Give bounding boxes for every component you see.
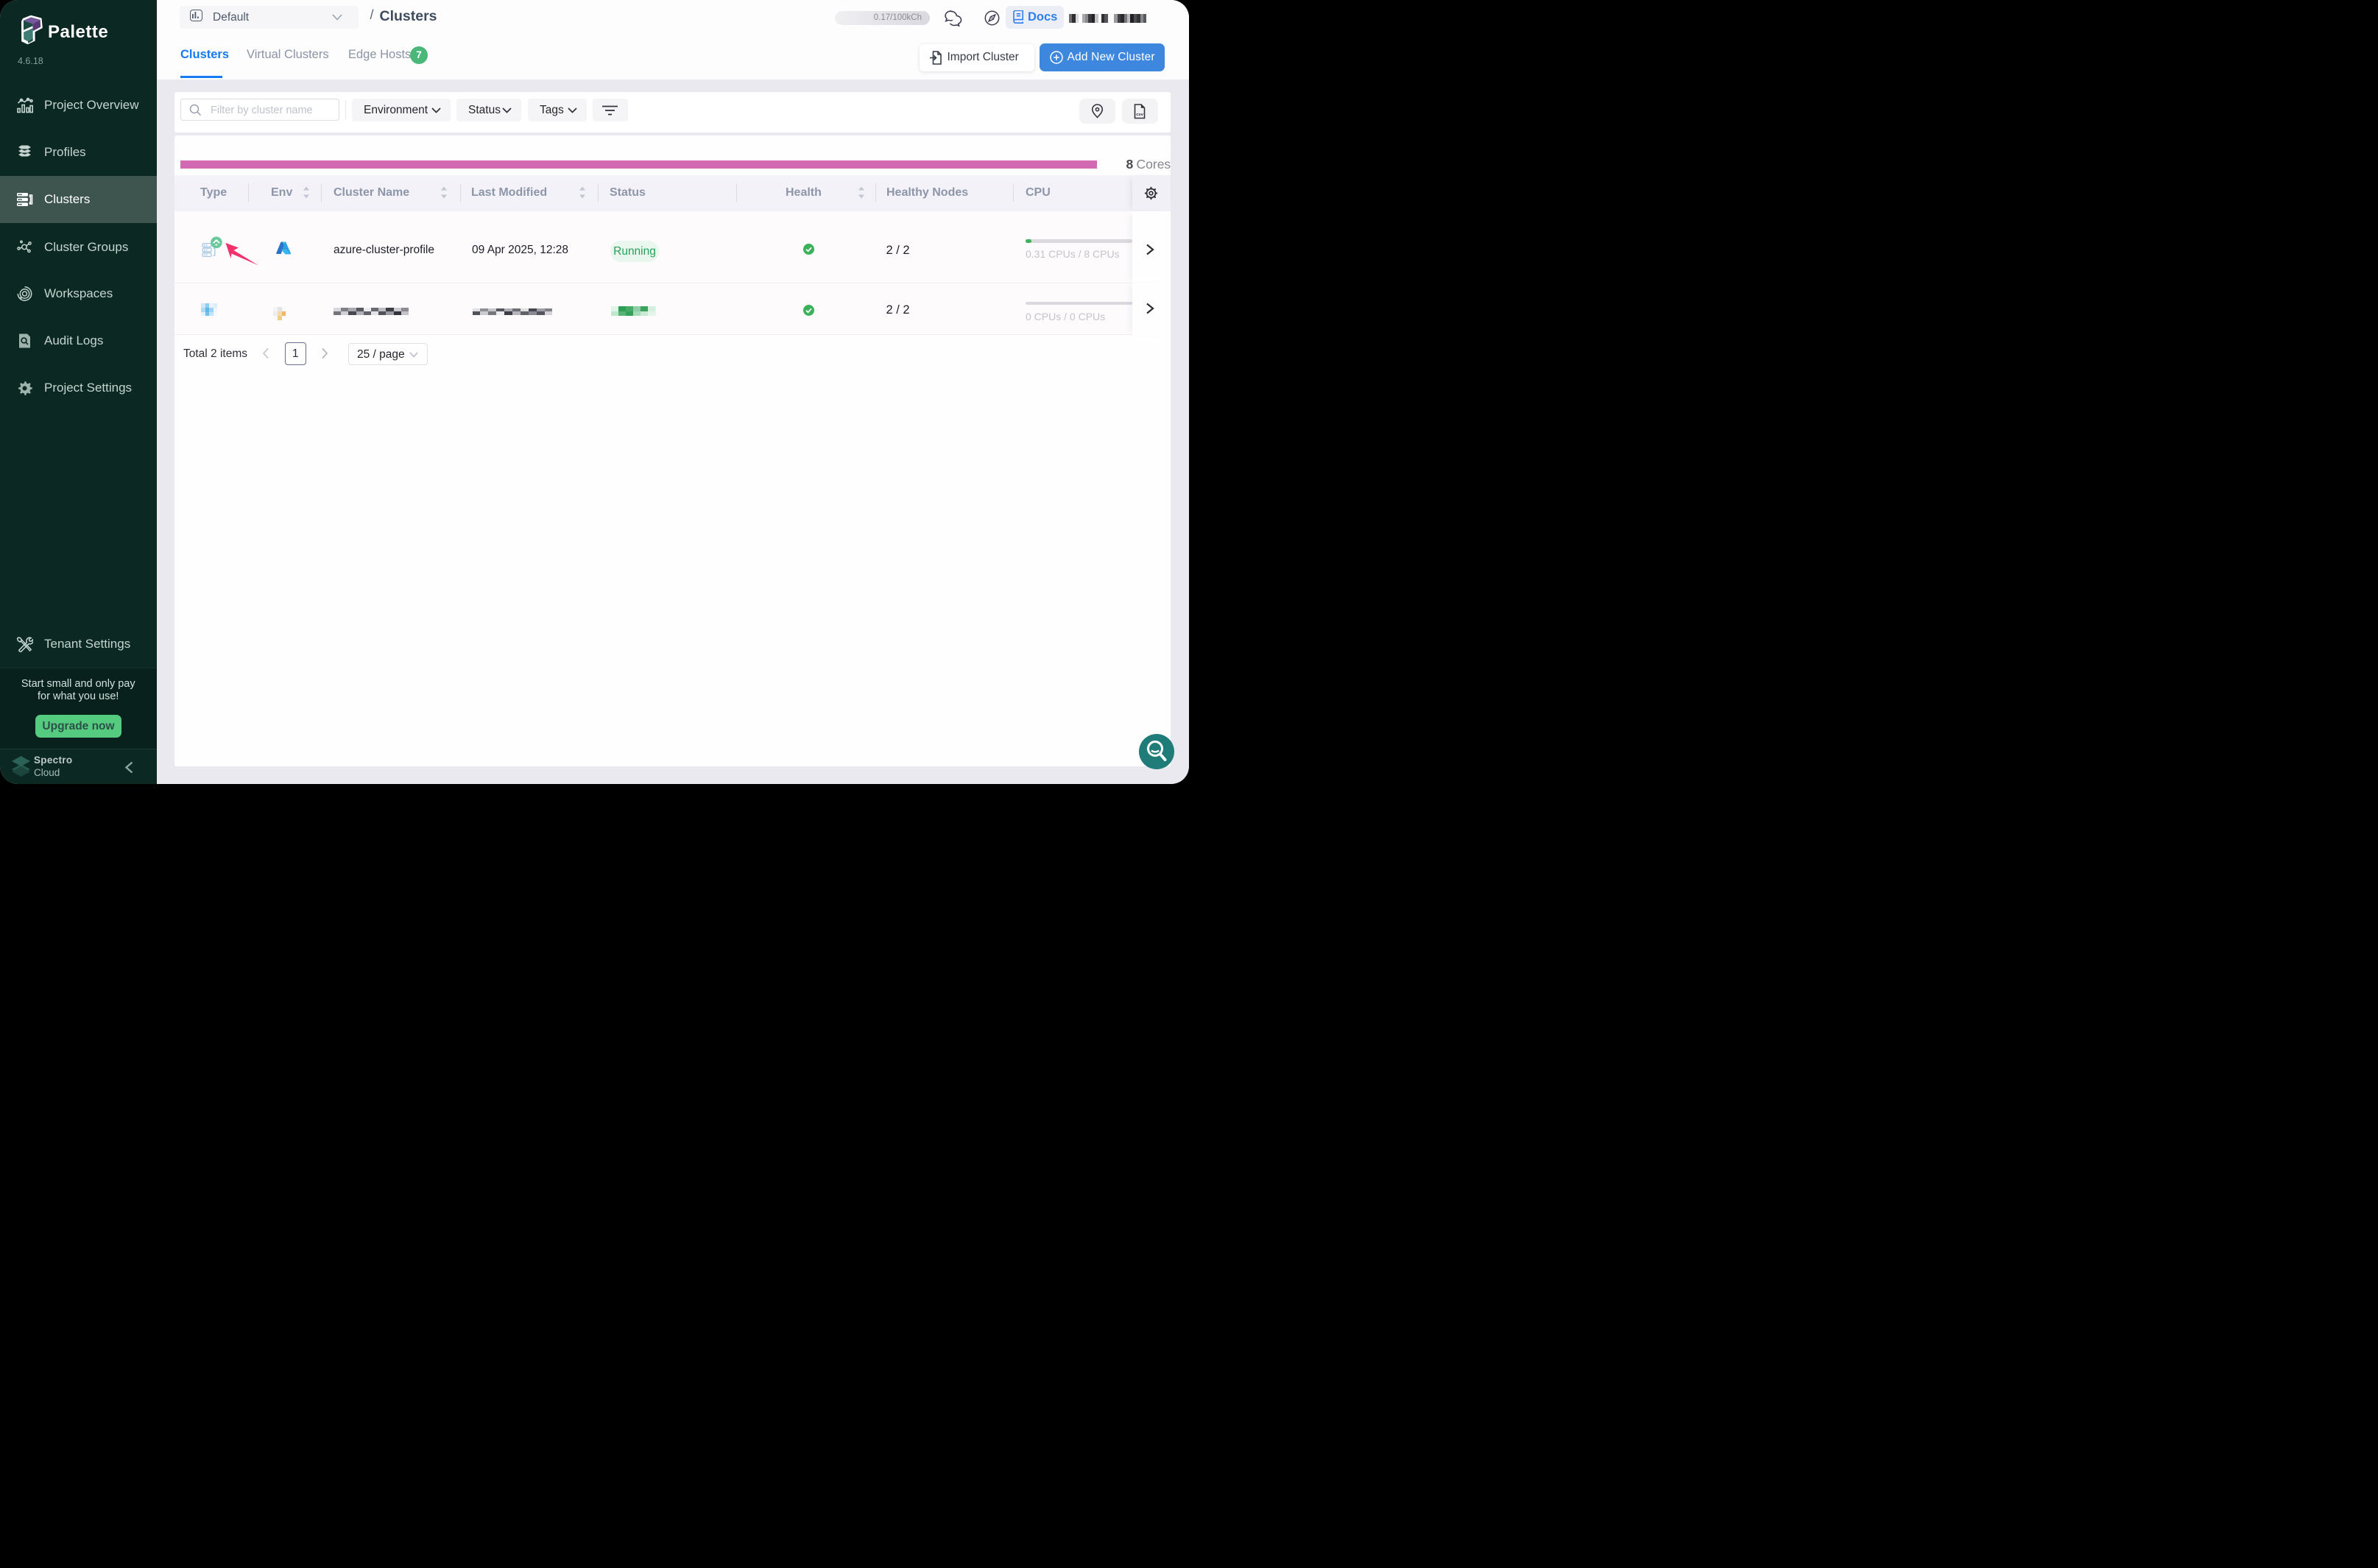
svg-text:csv: csv xyxy=(1136,113,1143,117)
